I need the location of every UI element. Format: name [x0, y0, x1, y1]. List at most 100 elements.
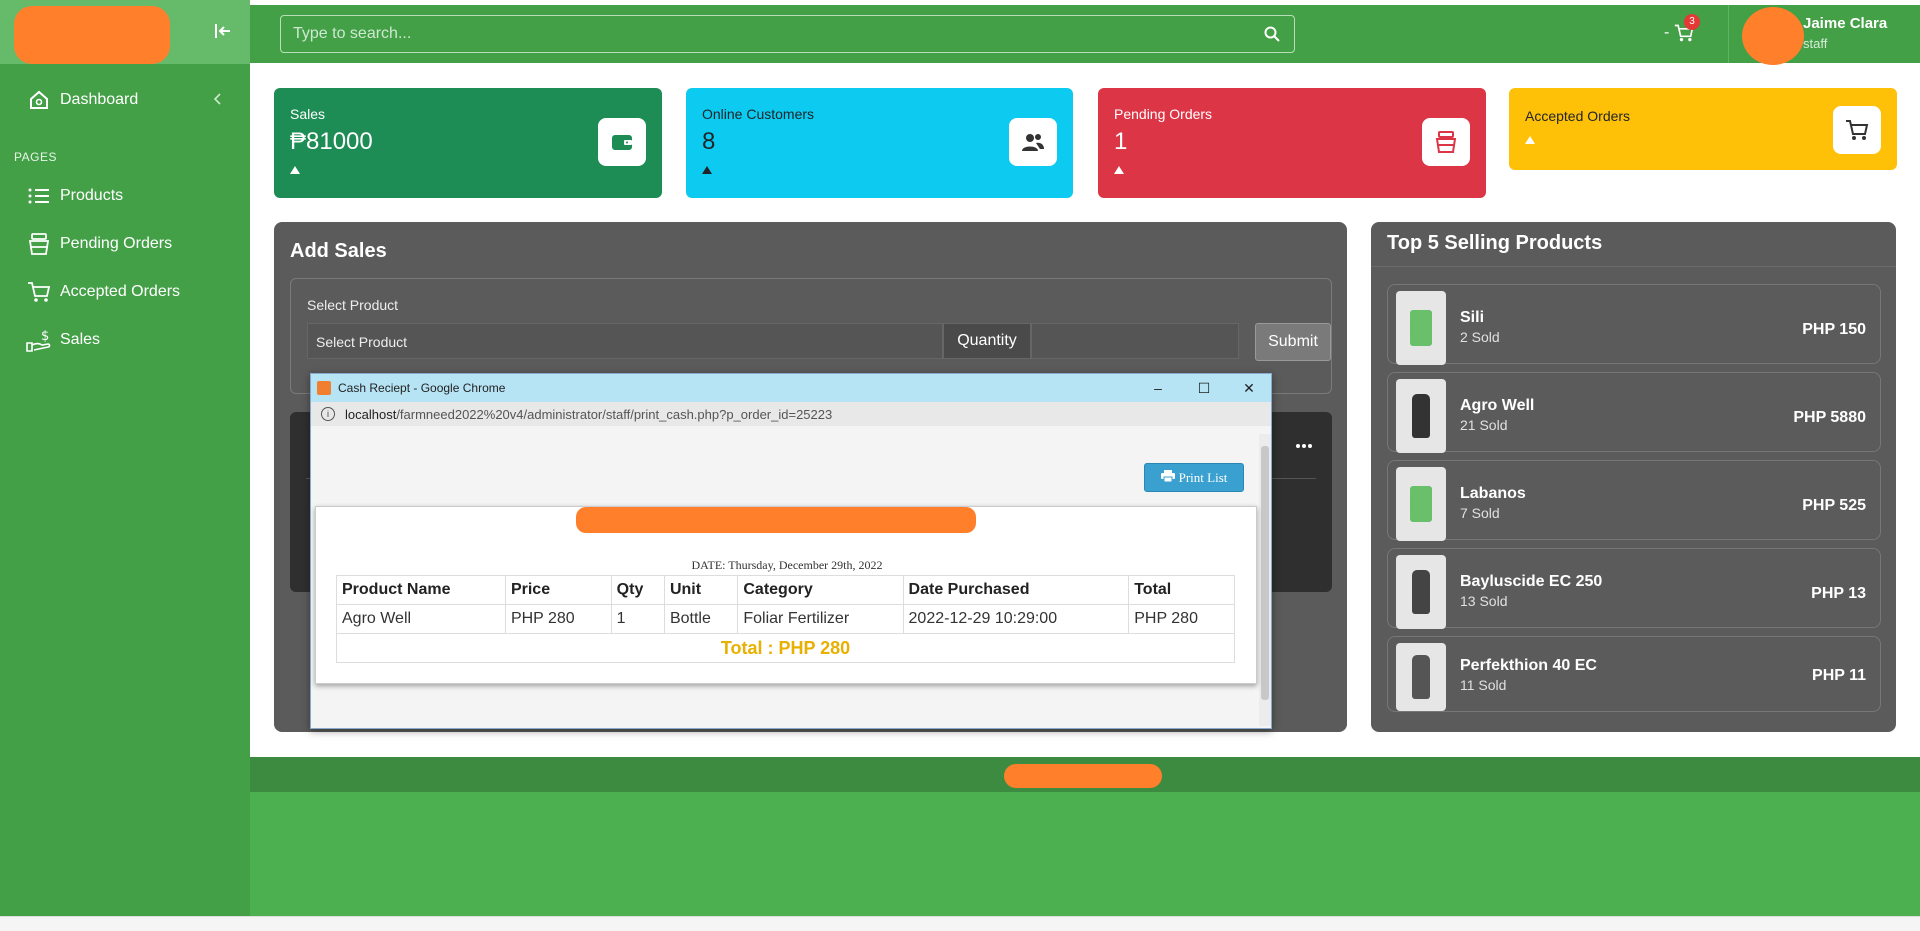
cart-icon: [26, 279, 52, 305]
product-image: [1396, 643, 1446, 711]
card-title: Online Customers: [702, 106, 815, 122]
sidebar-item-accepted-orders[interactable]: Accepted Orders: [0, 272, 250, 312]
table-cell: Foliar Fertilizer: [737, 604, 904, 634]
top-selling-panel: Top 5 Selling Products Sili 2 Sold PHP 1…: [1371, 222, 1896, 732]
collapse-sidebar-icon[interactable]: [212, 20, 234, 42]
avatar[interactable]: [1742, 7, 1804, 65]
print-list-button[interactable]: Print List: [1144, 463, 1244, 492]
table-cell: PHP 280: [1128, 604, 1235, 634]
maximize-icon[interactable]: ☐: [1195, 379, 1213, 397]
product-sold: 21 Sold: [1460, 417, 1508, 433]
accepted-orders-card: Accepted Orders: [1509, 88, 1897, 170]
receipt-paper: DATE: Thursday, December 29th, 2022 Prod…: [315, 506, 1257, 684]
quantity-label: Quantity: [943, 323, 1031, 359]
url-path: /farmneed2022%20v4/administrator/staff/p…: [396, 406, 833, 422]
minimize-icon[interactable]: –: [1149, 379, 1167, 397]
sidebar-item-products[interactable]: Products: [0, 176, 250, 216]
store-name-redacted: [576, 507, 976, 533]
sidebar-section-label: PAGES: [14, 150, 57, 164]
table-header-row: Product Name Price Qty Unit Category Dat…: [336, 575, 1235, 605]
column-header: Category: [737, 575, 904, 605]
scrollbar-thumb[interactable]: [1261, 446, 1269, 700]
receipt-total: Total : PHP 280: [336, 633, 1235, 663]
list-item[interactable]: Labanos 7 Sold PHP 525: [1387, 460, 1881, 541]
cart-icon: [1833, 106, 1881, 154]
list-item[interactable]: Bayluscide EC 250 13 Sold PHP 13: [1387, 548, 1881, 629]
card-title: Accepted Orders: [1525, 108, 1631, 124]
submit-button[interactable]: Submit: [1255, 323, 1331, 361]
window-title: Cash Reciept - Google Chrome: [338, 381, 506, 395]
sales-card: Sales ₱81000: [274, 88, 662, 198]
search-bar: [280, 15, 1295, 53]
product-price: PHP 13: [1811, 585, 1866, 602]
box-icon: [1422, 118, 1470, 166]
cart-button[interactable]: - 3: [1664, 14, 1700, 49]
sidebar-item-sales[interactable]: $ Sales: [0, 320, 250, 360]
list-icon: [26, 183, 52, 209]
product-price: PHP 150: [1802, 321, 1866, 338]
list-item[interactable]: Perfekthion 40 EC 11 Sold PHP 11: [1387, 636, 1881, 712]
user-role: staff: [1803, 36, 1828, 51]
product-image: [1396, 467, 1446, 541]
app-favicon-icon: [317, 381, 331, 395]
footer: [250, 757, 1920, 792]
pending-orders-card: Pending Orders 1: [1098, 88, 1486, 198]
sidebar-brand: [0, 0, 250, 64]
card-value: 1: [1114, 128, 1128, 155]
vertical-scrollbar[interactable]: [1259, 434, 1271, 726]
column-header: Total: [1128, 575, 1235, 605]
printer-icon: [1160, 469, 1175, 486]
divider: [1371, 266, 1896, 267]
sidebar-item-pending-orders[interactable]: Pending Orders: [0, 224, 250, 264]
product-image: [1396, 555, 1446, 629]
product-name: Perfekthion 40 EC: [1460, 657, 1597, 674]
url-host: localhost: [345, 406, 397, 422]
search-input[interactable]: [293, 25, 1253, 43]
up-arrow-icon: [290, 166, 300, 174]
column-header: Price: [504, 575, 612, 605]
home-icon: [26, 87, 52, 113]
info-icon[interactable]: i: [321, 407, 335, 421]
product-sold: 7 Sold: [1460, 505, 1500, 521]
users-icon: [1009, 118, 1057, 166]
product-select[interactable]: Select Product: [307, 323, 943, 359]
receipt-table: Product Name Price Qty Unit Category Dat…: [336, 575, 1235, 663]
product-price: PHP 525: [1802, 497, 1866, 514]
product-sold: 13 Sold: [1460, 593, 1508, 609]
taskbar-strip: [0, 916, 1920, 931]
divider: [1728, 5, 1729, 63]
table-cell: 2022-12-29 10:29:00: [902, 604, 1130, 634]
sidebar-item-label: Pending Orders: [60, 235, 173, 252]
online-customers-card: Online Customers 8: [686, 88, 1073, 198]
sidebar-item-dashboard[interactable]: Dashboard: [0, 80, 250, 120]
product-sold: 11 Sold: [1460, 677, 1507, 693]
user-name[interactable]: Jaime Clara: [1803, 15, 1887, 32]
product-price: PHP 5880: [1793, 409, 1866, 426]
table-cell: Agro Well: [336, 604, 506, 634]
product-name: Agro Well: [1460, 397, 1535, 414]
sidebar-item-label: Accepted Orders: [60, 283, 181, 300]
card-title: Sales: [290, 106, 326, 122]
cart-prefix: -: [1664, 24, 1670, 41]
close-icon[interactable]: ✕: [1240, 379, 1258, 397]
money-hand-icon: $: [26, 327, 52, 353]
box-icon: [26, 231, 52, 257]
wallet-icon: [598, 118, 646, 166]
list-item[interactable]: Sili 2 Sold PHP 150: [1387, 284, 1881, 365]
select-product-label: Select Product: [307, 297, 399, 313]
list-item[interactable]: Agro Well 21 Sold PHP 5880: [1387, 372, 1881, 453]
cart-count-badge: 3: [1684, 14, 1700, 30]
column-header: Unit: [663, 575, 739, 605]
table-row: Agro Well PHP 280 1 Bottle Foliar Fertil…: [336, 604, 1235, 634]
product-name: Bayluscide EC 250: [1460, 573, 1603, 590]
top-navbar: - 3 Jaime Clara staff: [250, 5, 1920, 65]
cash-receipt-window: Cash Reciept - Google Chrome – ☐ ✕ i loc…: [310, 373, 1272, 729]
search-icon[interactable]: [1264, 26, 1280, 47]
print-list-label: Print List: [1178, 469, 1228, 485]
column-header: Date Purchased: [902, 575, 1130, 605]
more-options-icon[interactable]: [1296, 436, 1312, 454]
card-value: 8: [702, 128, 716, 155]
quantity-input[interactable]: [1031, 323, 1239, 359]
address-bar[interactable]: i localhost/farmneed2022%20v4/administra…: [311, 402, 1271, 426]
brand-logo-redacted: [14, 6, 170, 64]
